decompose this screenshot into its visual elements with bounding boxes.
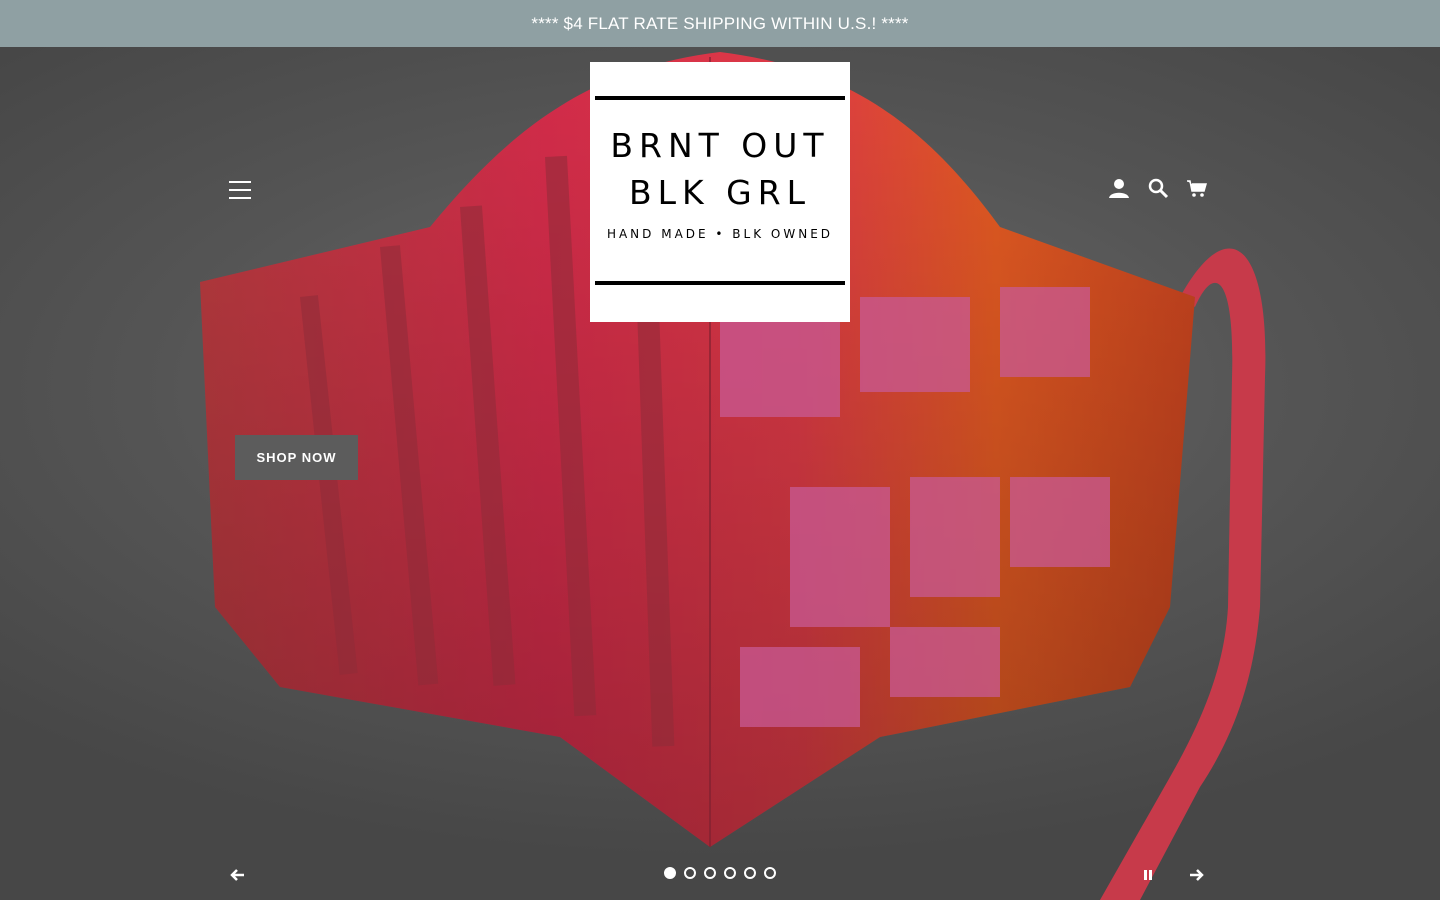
search-button[interactable] xyxy=(1147,177,1169,199)
arrow-left-icon xyxy=(230,869,244,881)
announcement-bar: **** $4 FLAT RATE SHIPPING WITHIN U.S.! … xyxy=(0,0,1440,47)
slide-dot-3[interactable] xyxy=(704,867,716,879)
menu-button[interactable] xyxy=(229,181,251,199)
pause-icon xyxy=(1144,870,1147,880)
next-slide-button[interactable] xyxy=(1186,865,1206,885)
slide-dot-2[interactable] xyxy=(684,867,696,879)
user-icon xyxy=(1109,179,1129,198)
logo-line-1: BRNT OUT xyxy=(610,126,830,165)
slide-dots xyxy=(664,867,776,879)
pause-icon-bar xyxy=(1149,870,1152,880)
site-logo[interactable]: BRNT OUT BLK GRL HAND MADE • BLK OWNED xyxy=(590,62,850,322)
account-button[interactable] xyxy=(1108,177,1130,199)
cart-button[interactable] xyxy=(1186,177,1208,199)
arrow-right-icon xyxy=(1190,869,1204,881)
announcement-text: **** $4 FLAT RATE SHIPPING WITHIN U.S.! … xyxy=(531,13,909,33)
slide-dot-6[interactable] xyxy=(764,867,776,879)
hamburger-icon-bar xyxy=(229,197,251,199)
search-icon xyxy=(1148,178,1169,199)
logo-line-2: BLK GRL xyxy=(628,173,812,212)
logo-rule-bottom xyxy=(595,281,845,285)
logo-tagline: HAND MADE • BLK OWNED xyxy=(606,227,834,241)
slide-dot-1[interactable] xyxy=(664,867,676,879)
shop-now-button[interactable]: SHOP NOW xyxy=(235,435,358,480)
hamburger-icon xyxy=(229,181,251,183)
previous-slide-button[interactable] xyxy=(228,865,248,885)
pause-slideshow-button[interactable] xyxy=(1140,865,1156,885)
slide-dot-5[interactable] xyxy=(744,867,756,879)
logo-rule-top xyxy=(595,96,845,100)
slide-dot-4[interactable] xyxy=(724,867,736,879)
hamburger-icon-bar xyxy=(229,189,251,191)
hero-slideshow: BRNT OUT BLK GRL HAND MADE • BLK OWNED S… xyxy=(0,47,1440,900)
cart-icon xyxy=(1187,180,1207,197)
